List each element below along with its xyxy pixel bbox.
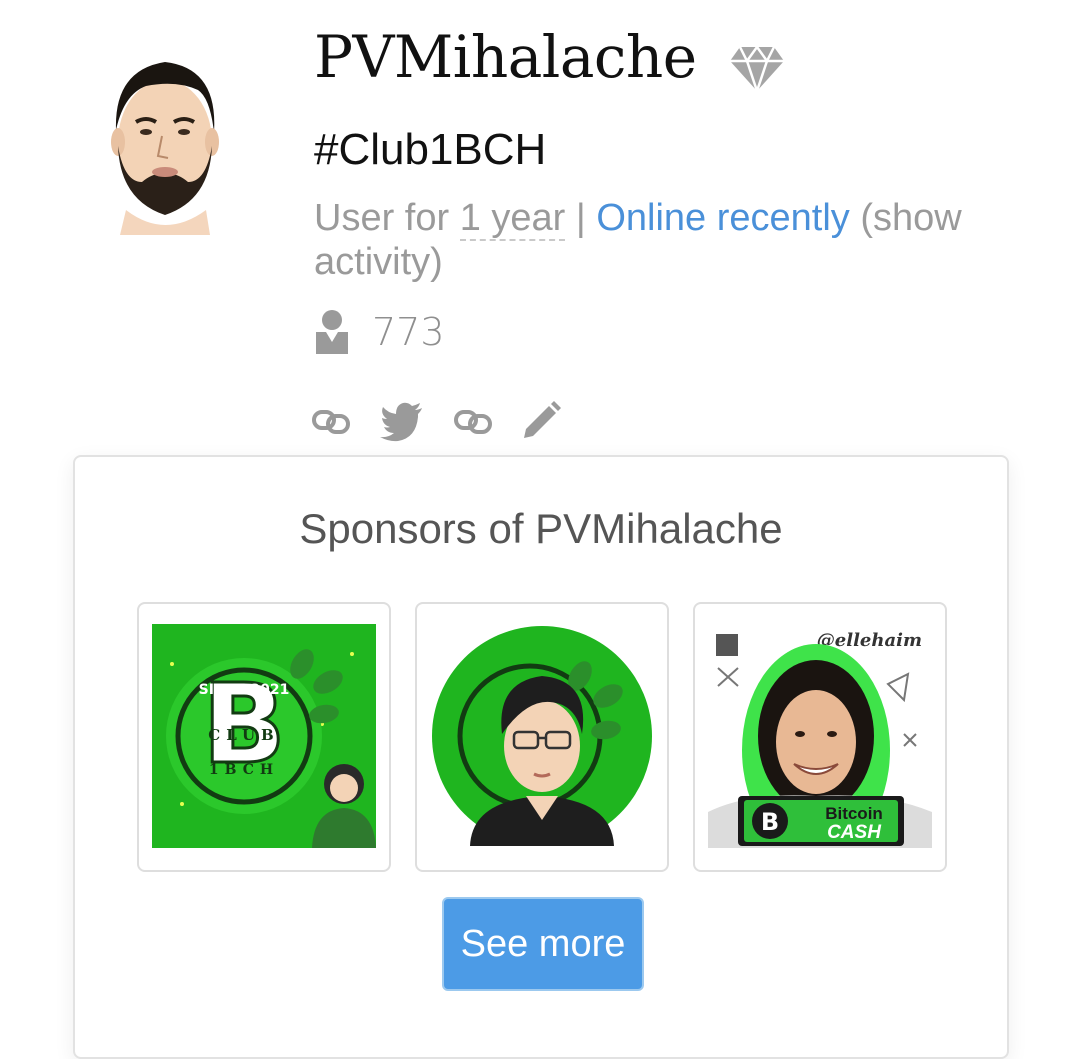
online-status-link[interactable]: Online recently — [596, 197, 849, 239]
sponsors-title: Sponsors of PVMihalache — [299, 505, 783, 552]
subscribers-value: 773 — [372, 310, 445, 354]
svg-text:B: B — [761, 808, 779, 836]
sponsors-card: Sponsors of PVMihalache B SINCE 2021 CLU… — [73, 455, 1009, 1059]
user-for-value: 1 year — [459, 197, 566, 241]
sponsor-tile[interactable]: B SINCE 2021 CLUB 1BCH — [137, 602, 391, 872]
profile-avatar[interactable] — [106, 50, 224, 235]
meta-separator: | — [565, 197, 597, 239]
sponsor-brand-line2: CASH — [827, 822, 882, 843]
sponsor-avatar-image — [432, 626, 652, 846]
club1bch-logo-image: B SINCE 2021 CLUB 1BCH — [152, 624, 376, 848]
badge-top-text: SINCE 2021 — [199, 682, 290, 698]
sponsor-brand-line1: Bitcoin — [825, 804, 883, 823]
sponsor-tile[interactable]: @ellehaim B Bitcoin CASH — [693, 602, 947, 872]
diamond-icon — [730, 44, 784, 94]
profile-meta: User for 1 year | Online recently (show … — [314, 196, 1014, 284]
link-icon[interactable] — [312, 400, 350, 442]
twitter-icon[interactable] — [380, 400, 424, 442]
badge-bottom-text: 1BCH — [209, 762, 279, 778]
subscriber-icon — [316, 310, 348, 354]
see-more-button[interactable]: See more — [442, 897, 644, 991]
user-for-label: User for — [314, 197, 460, 239]
pencil-icon[interactable] — [520, 400, 562, 442]
sponsor-photo-image: @ellehaim B Bitcoin CASH — [708, 624, 932, 848]
profile-bio: #Club1BCH — [314, 125, 547, 174]
badge-mid-text: CLUB — [208, 726, 279, 744]
link-icon[interactable] — [454, 400, 492, 442]
username: PVMihalache — [314, 23, 697, 91]
sponsor-tile[interactable] — [415, 602, 669, 872]
